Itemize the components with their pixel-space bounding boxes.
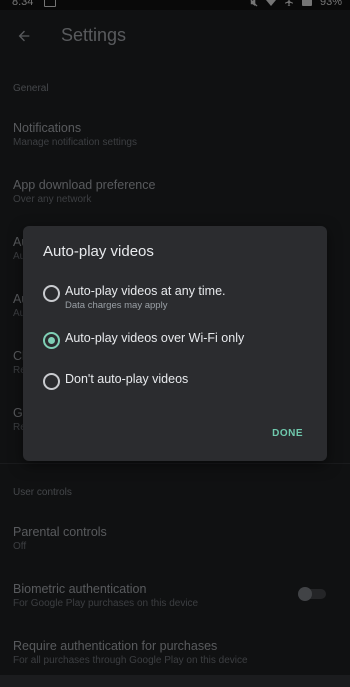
option-label: Auto-play videos at any time. xyxy=(65,284,226,298)
option-sublabel: Data charges may apply xyxy=(65,300,168,311)
radio-unchecked-icon[interactable] xyxy=(43,285,60,302)
option-auto-play-any-time[interactable]: Auto-play videos at any time. Data charg… xyxy=(39,284,309,317)
done-button[interactable]: DONE xyxy=(268,424,307,443)
option-auto-play-wifi-only[interactable]: Auto-play videos over Wi-Fi only xyxy=(39,331,309,364)
radio-dot xyxy=(48,337,55,344)
option-label: Don't auto-play videos xyxy=(65,372,189,386)
radio-unchecked-icon[interactable] xyxy=(43,373,60,390)
auto-play-dialog: Auto-play videos Auto-play videos at any… xyxy=(23,226,327,461)
dialog-title: Auto-play videos xyxy=(43,243,154,260)
radio-checked-icon[interactable] xyxy=(43,332,60,349)
option-label: Auto-play videos over Wi-Fi only xyxy=(65,331,245,345)
option-dont-auto-play[interactable]: Don't auto-play videos xyxy=(39,372,309,405)
